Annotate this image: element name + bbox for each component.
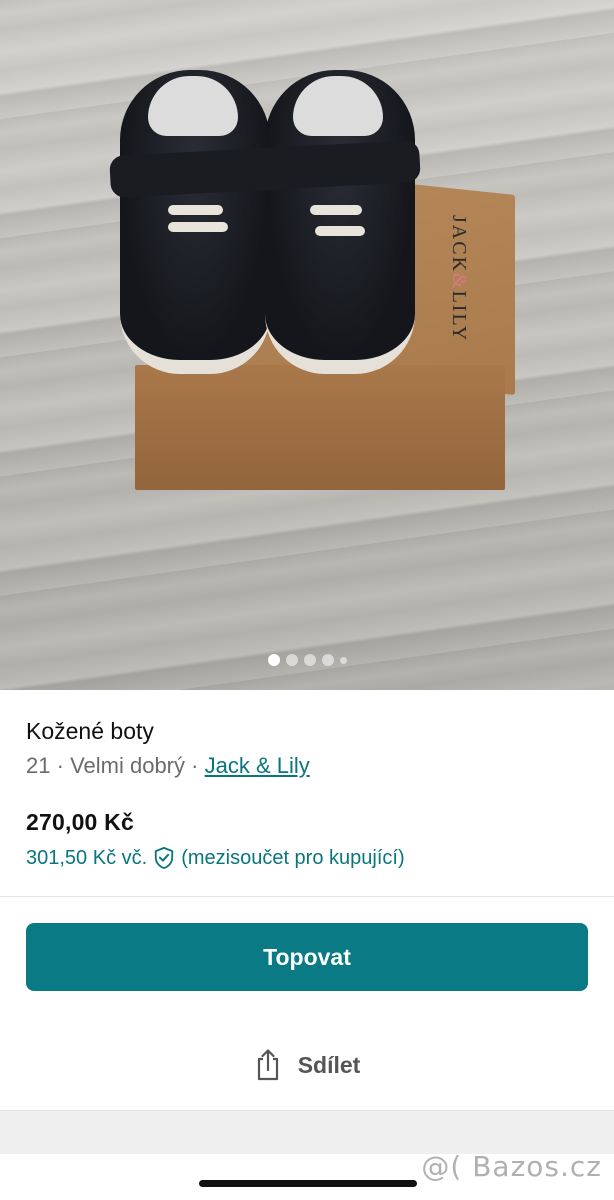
carousel-dot[interactable] bbox=[285, 654, 298, 666]
buyer-total[interactable]: 301,50 Kč vč. (mezisoučet pro kupující) bbox=[26, 846, 596, 870]
promote-button[interactable]: Topovat bbox=[26, 923, 588, 991]
carousel-dots[interactable] bbox=[0, 650, 614, 670]
carousel-dot[interactable] bbox=[303, 654, 316, 666]
listing-photo[interactable]: JACK&LILY bbox=[0, 0, 614, 690]
condition-value: Velmi dobrý bbox=[70, 753, 186, 778]
listing-price: 270,00 Kč bbox=[26, 809, 134, 835]
share-icon bbox=[257, 1049, 278, 1081]
section-separator bbox=[0, 1110, 614, 1155]
home-indicator[interactable] bbox=[199, 1180, 417, 1187]
total-note: (mezisoučet pro kupující) bbox=[181, 846, 405, 869]
listing-meta: 21 · Velmi dobrý · Jack & Lily bbox=[26, 753, 310, 778]
carousel-dot[interactable] bbox=[321, 654, 334, 666]
listing-title: Kožené boty bbox=[26, 718, 154, 744]
shield-check-icon bbox=[155, 846, 174, 870]
site-watermark: @( Bazos.cz bbox=[421, 1150, 602, 1183]
size-value: 21 bbox=[26, 753, 51, 778]
share-label: Sdílet bbox=[297, 1051, 361, 1078]
brand-link[interactable]: Jack & Lily bbox=[205, 753, 310, 778]
carousel-dot[interactable] bbox=[339, 656, 347, 664]
right-shoe bbox=[265, 70, 415, 374]
carousel-dot[interactable] bbox=[267, 654, 280, 666]
share-button[interactable]: Sdílet bbox=[0, 1040, 614, 1090]
total-price: 301,50 Kč vč. bbox=[26, 846, 148, 869]
box-brand-print: JACK&LILY bbox=[448, 215, 470, 343]
divider bbox=[0, 896, 614, 897]
listing-details: Kožené boty 21 · Velmi dobrý · Jack & Li… bbox=[26, 712, 596, 870]
